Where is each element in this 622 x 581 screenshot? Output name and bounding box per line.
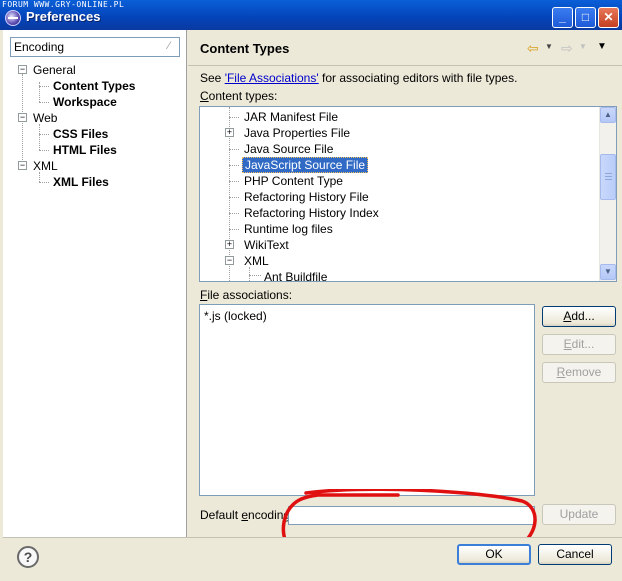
label-text: ontent types: xyxy=(208,89,278,103)
clear-filter-icon[interactable]: ⁄ xyxy=(162,40,176,53)
button-label: dd... xyxy=(571,309,595,323)
grip-line xyxy=(605,176,612,177)
see-prefix: See xyxy=(200,71,225,85)
back-arrow-icon[interactable]: ⇦ xyxy=(527,41,539,55)
default-encoding-label: Default encoding: xyxy=(200,508,293,522)
tree-connector xyxy=(229,165,239,166)
tree-connector xyxy=(39,124,40,150)
label-text: ile associations: xyxy=(207,288,293,302)
scroll-down-icon[interactable]: ▼ xyxy=(600,264,616,280)
tree-connector xyxy=(39,102,49,103)
file-associations-list[interactable]: *.js (locked) xyxy=(199,304,535,496)
mnemonic: C xyxy=(200,89,209,103)
content-type-item[interactable]: Java Source File xyxy=(244,142,333,156)
scrollbar-thumb[interactable] xyxy=(600,154,616,200)
title-bar: FORUM WWW.GRY-ONLINE.PL Preferences _ □ … xyxy=(0,0,622,30)
tree-item-xml[interactable]: XML xyxy=(33,159,58,173)
tree-item-general[interactable]: General xyxy=(33,63,76,77)
mnemonic: R xyxy=(556,365,566,379)
see-suffix: for associating editors with file types. xyxy=(318,71,518,85)
content-type-item[interactable]: XML xyxy=(244,254,269,268)
page-header: Content Types ⇦ ▼ ⇨ ▼ ▼ xyxy=(188,30,622,66)
content-type-item[interactable]: WikiText xyxy=(244,238,289,252)
content-type-item-selected[interactable]: JavaScript Source File xyxy=(242,157,369,173)
grip-line xyxy=(605,173,612,174)
tree-connector xyxy=(229,229,239,230)
back-dropdown-icon[interactable]: ▼ xyxy=(545,42,553,51)
tree-connector xyxy=(39,82,40,102)
tree-connector xyxy=(229,149,239,150)
content-type-item[interactable]: PHP Content Type xyxy=(244,174,343,188)
watermark: FORUM WWW.GRY-ONLINE.PL xyxy=(2,0,125,9)
content-type-item[interactable]: Java Properties File xyxy=(244,126,350,140)
grip-line xyxy=(605,179,612,180)
filter-input[interactable] xyxy=(11,38,151,56)
collapse-icon[interactable]: − xyxy=(18,161,27,170)
add-button[interactable]: Add... xyxy=(542,306,616,327)
eclipse-icon xyxy=(5,10,21,26)
tree-connector xyxy=(229,181,239,182)
tree-connector xyxy=(249,275,261,276)
content-type-item[interactable]: Runtime log files xyxy=(244,222,333,236)
content-types-label: Content types: xyxy=(200,89,277,103)
preferences-tree-pane: ⁄ − General Content Types Workspace − We… xyxy=(3,30,187,537)
content-pane: Content Types ⇦ ▼ ⇨ ▼ ▼ See 'File Associ… xyxy=(188,30,622,564)
close-button[interactable]: ✕ xyxy=(598,7,619,28)
tree-connector xyxy=(229,117,239,118)
expand-icon[interactable]: + xyxy=(225,128,234,137)
tree-item-content-types[interactable]: Content Types xyxy=(53,79,135,93)
help-icon[interactable]: ? xyxy=(17,546,39,568)
vertical-scrollbar[interactable]: ▲ ▼ xyxy=(599,107,616,281)
maximize-button[interactable]: □ xyxy=(575,7,596,28)
tree-item-html-files[interactable]: HTML Files xyxy=(53,143,117,157)
mnemonic: E xyxy=(563,337,572,351)
edit-button[interactable]: Edit... xyxy=(542,334,616,355)
content-type-item[interactable]: Refactoring History File xyxy=(244,190,369,204)
tree-item-web[interactable]: Web xyxy=(33,111,57,125)
content-type-item[interactable]: JAR Manifest File xyxy=(244,110,338,124)
tree-item-workspace[interactable]: Workspace xyxy=(53,95,117,109)
tree-connector xyxy=(39,86,49,87)
content-type-item[interactable]: Ant Buildfile xyxy=(264,270,327,281)
tree-connector xyxy=(39,182,49,183)
see-file-associations-text: See 'File Associations' for associating … xyxy=(200,71,517,85)
tree-connector xyxy=(39,150,49,151)
dialog-button-bar: ? OK Cancel xyxy=(3,537,622,581)
content-types-tree[interactable]: JAR Manifest File + Java Properties File… xyxy=(199,106,617,282)
minimize-button[interactable]: _ xyxy=(552,7,573,28)
view-menu-icon[interactable]: ▼ xyxy=(597,41,607,52)
ok-button[interactable]: OK xyxy=(457,544,531,565)
button-label: emove xyxy=(565,365,602,379)
tree-connector xyxy=(229,213,239,214)
default-encoding-input[interactable] xyxy=(288,506,535,525)
tree-connector xyxy=(39,134,49,135)
remove-button[interactable]: Remove xyxy=(542,362,616,383)
content-type-item[interactable]: Refactoring History Index xyxy=(244,206,379,220)
forward-dropdown-icon[interactable]: ▼ xyxy=(579,42,587,51)
tree-connector xyxy=(229,197,239,198)
label-text: Default xyxy=(200,508,242,522)
window-title: Preferences xyxy=(26,9,101,24)
forward-arrow-icon[interactable]: ⇨ xyxy=(561,41,573,55)
label-text: ncoding: xyxy=(248,508,294,522)
page-title: Content Types xyxy=(200,41,290,56)
button-label: dit... xyxy=(571,337,595,351)
collapse-icon[interactable]: − xyxy=(225,256,234,265)
tree-connector xyxy=(39,172,40,182)
expand-icon[interactable]: + xyxy=(225,240,234,249)
cancel-button[interactable]: Cancel xyxy=(538,544,612,565)
file-associations-label: File associations: xyxy=(200,288,292,302)
filter-field[interactable]: ⁄ xyxy=(10,37,180,57)
tree-item-xml-files[interactable]: XML Files xyxy=(53,175,109,189)
collapse-icon[interactable]: − xyxy=(18,65,27,74)
collapse-icon[interactable]: − xyxy=(18,113,27,122)
file-associations-link[interactable]: 'File Associations' xyxy=(225,71,319,85)
tree-item-css-files[interactable]: CSS Files xyxy=(53,127,108,141)
update-button[interactable]: Update xyxy=(542,504,616,525)
scroll-up-icon[interactable]: ▲ xyxy=(600,107,616,123)
list-item[interactable]: *.js (locked) xyxy=(204,309,267,323)
tree-connector xyxy=(22,74,23,170)
